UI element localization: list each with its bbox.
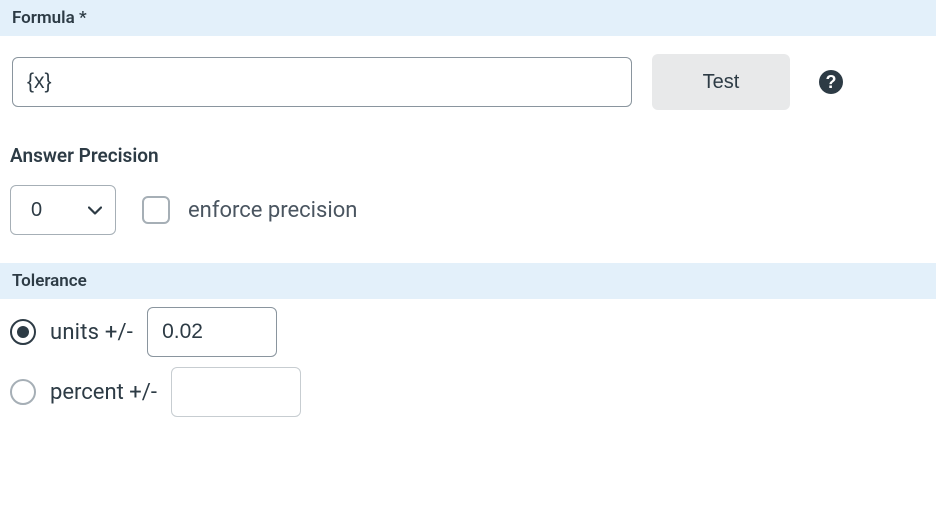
help-icon[interactable]: ?	[818, 69, 844, 95]
tolerance-percent-radio[interactable]	[10, 379, 36, 405]
formula-input[interactable]	[12, 57, 632, 107]
tolerance-percent-row: percent +/-	[10, 367, 926, 417]
enforce-precision-group: enforce precision	[142, 196, 357, 224]
formula-section-header: Formula *	[0, 0, 936, 36]
tolerance-section-header: Tolerance	[0, 263, 936, 299]
tolerance-units-row: units +/-	[10, 307, 926, 357]
formula-row: Test ?	[0, 36, 936, 132]
precision-section-header: Answer Precision	[0, 132, 936, 175]
enforce-precision-checkbox[interactable]	[142, 196, 170, 224]
precision-row: 0 enforce precision	[0, 175, 936, 263]
tolerance-body: units +/- percent +/-	[0, 299, 936, 435]
precision-select[interactable]: 0	[10, 185, 116, 235]
tolerance-percent-input[interactable]	[171, 367, 301, 417]
tolerance-percent-label: percent +/-	[50, 380, 157, 405]
tolerance-units-label: units +/-	[50, 320, 133, 345]
test-button[interactable]: Test	[652, 54, 790, 110]
tolerance-units-input[interactable]	[147, 307, 277, 357]
precision-select-wrap: 0	[10, 185, 116, 235]
enforce-precision-label: enforce precision	[188, 198, 357, 223]
radio-dot-icon	[17, 326, 29, 338]
tolerance-units-radio[interactable]	[10, 319, 36, 345]
svg-text:?: ?	[826, 72, 837, 92]
